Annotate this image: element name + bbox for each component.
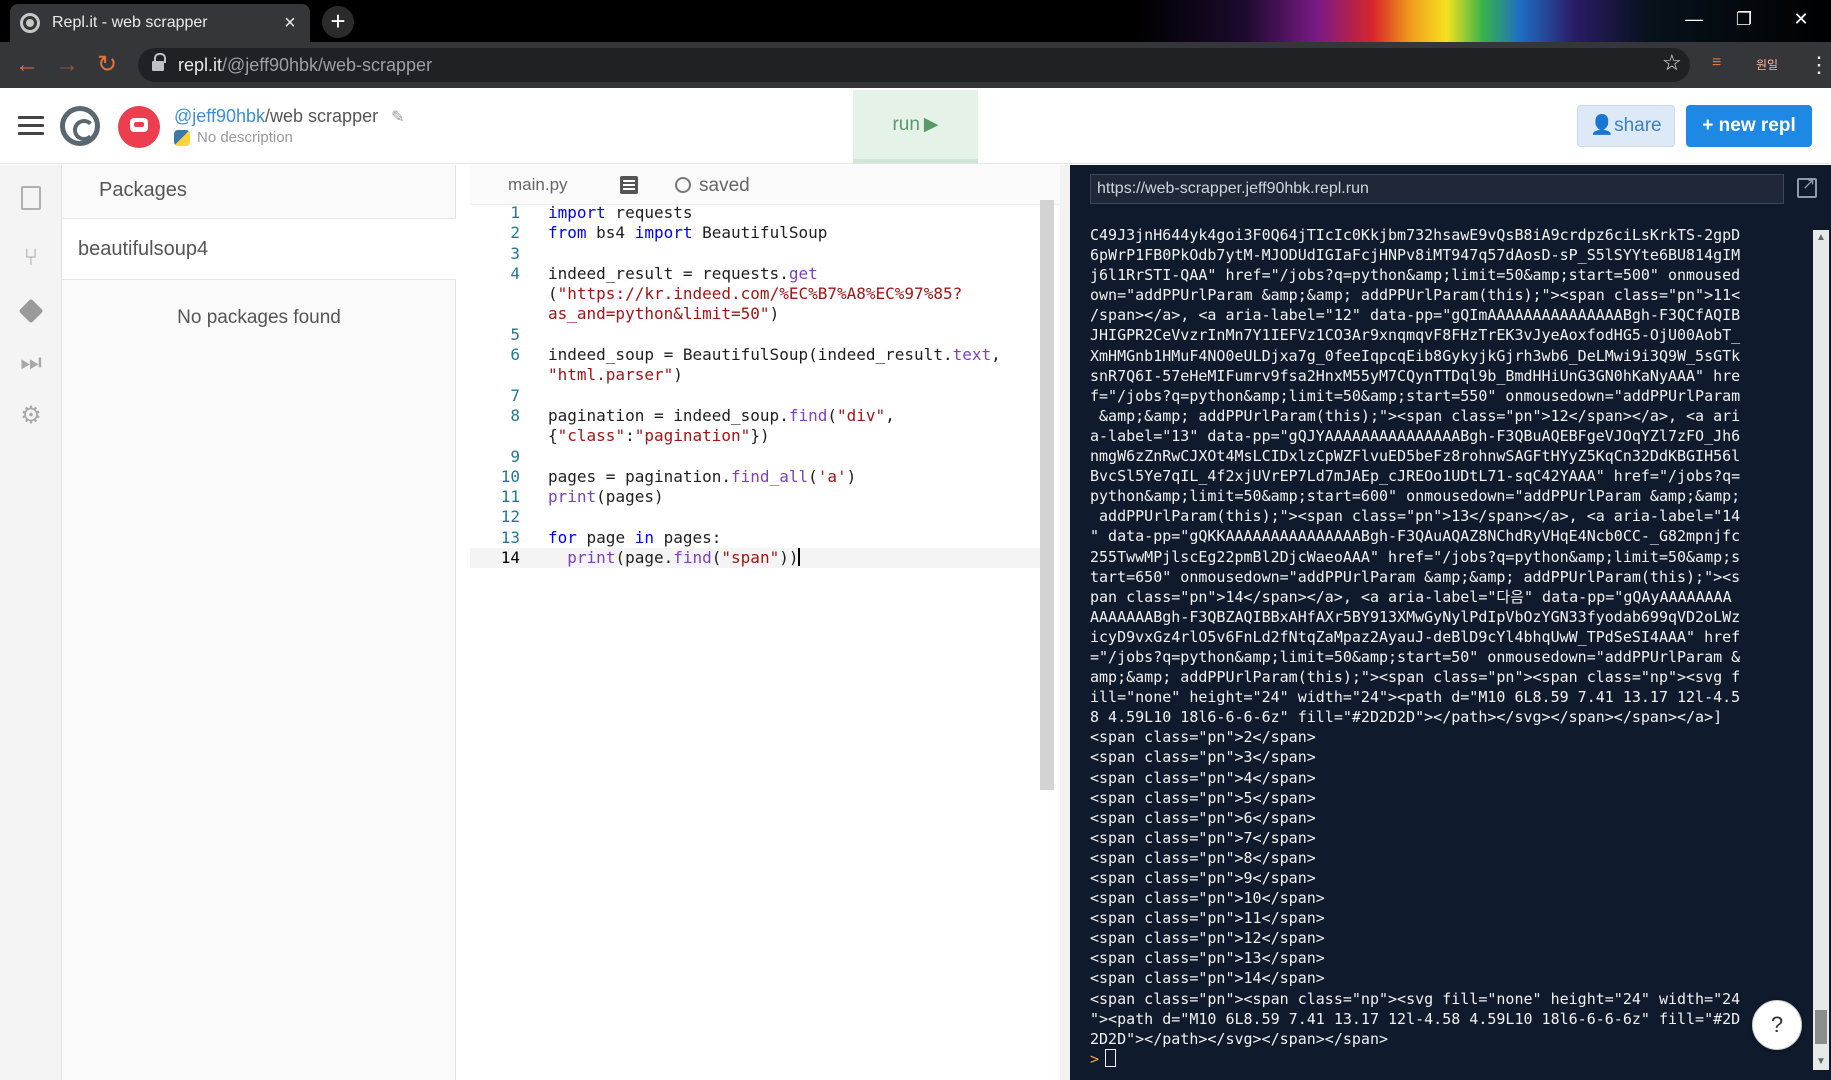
help-button[interactable]: ? [1752,1000,1802,1050]
history-icon [675,177,691,193]
add-user-icon: 👤 [1590,115,1615,136]
username-link[interactable]: @jeff90hbk [174,106,265,126]
code-area[interactable]: 1 import requests 2 from bs4 import Beauti… [470,203,1040,569]
description-text[interactable]: No description [197,129,293,146]
document-icon[interactable] [620,176,638,194]
hamburger-menu-icon[interactable] [18,116,44,136]
code-line: as_and=python&limit=50") [548,304,780,324]
play-icon: ▶ [923,114,939,135]
tab-title: Repl.it - web scrapper [52,14,208,31]
code-line: 3 [510,243,520,263]
code-line: 8 pagination = indeed_soup.find("div", [510,405,895,425]
repl-name[interactable]: web scrapper [270,106,378,126]
sidebar-rail: ⑂ ⏭ ⚙ [0,165,62,1080]
browser-menu-icon[interactable]: ⋮ [1808,50,1830,80]
code-line: 6 indeed_soup = BeautifulSoup(indeed_resu… [510,345,1001,365]
python-icon [174,129,190,146]
split-handle[interactable] [1060,165,1070,1080]
lock-icon [152,53,166,72]
restore-button[interactable]: ❐ [1715,0,1773,40]
editor-tab-bar: main.py saved [470,165,1060,205]
code-line: {"class":"pagination"}) [548,426,770,446]
url-input[interactable]: repl.it/@jeff90hbk/web-scrapper [138,48,1690,82]
code-line: ("https://kr.indeed.com/%EC%B7%A8%EC%97%… [548,284,963,304]
console-scrollbar[interactable] [1813,230,1829,1070]
reading-list-icon[interactable]: ≡ [1712,54,1721,72]
share-button[interactable]: 👤share [1577,105,1675,147]
scroll-up-arrow-icon[interactable]: ▲ [1813,230,1829,246]
url-path: /@jeff90hbk/web-scrapper [222,55,433,75]
settings-gear-icon[interactable]: ⚙ [18,403,44,429]
reload-icon[interactable]: ↻ [92,50,122,80]
replit-favicon-icon [20,13,40,33]
code-line: 13 for page in pages: [500,527,722,547]
url-host: repl.it [178,55,223,75]
code-editor[interactable]: main.py saved 1 import requests 2 from bs4… [470,165,1060,1080]
version-control-icon[interactable]: ⑂ [18,245,44,271]
code-line: 4 indeed_result = requests.get [510,263,818,283]
package-search-input[interactable]: beautifulsoup4 [62,218,456,280]
run-label: run [892,114,920,135]
code-line: 9 [510,446,520,466]
files-icon[interactable] [18,185,44,211]
editor-scrollbar[interactable] [1040,200,1054,790]
avatar[interactable] [118,106,160,148]
packages-title: Packages [99,179,187,201]
back-arrow-icon[interactable]: ← [12,50,42,80]
bookmark-star-icon[interactable]: ☆ [1662,50,1682,76]
code-line: 10 pages = pagination.find_all('a') [500,466,857,486]
text-cursor [798,548,801,567]
console-prompt: > [1090,1049,1100,1068]
packages-empty-message: No packages found [177,307,341,328]
code-line: 12 [500,507,520,527]
terminal-cursor [1105,1048,1117,1067]
file-tab-main[interactable]: main.py [508,175,568,195]
tab-close-icon[interactable]: × [280,12,300,35]
repl-header: @jeff90hbk/web scrapper ✎ No description… [0,88,1831,164]
new-repl-button[interactable]: + new repl [1686,105,1812,147]
code-line: 5 [510,324,520,344]
code-line: 1 import requests [510,203,693,222]
window-close-button[interactable]: ✕ [1772,0,1830,40]
browser-titlebar: Repl.it - web scrapper × + — ❐ ✕ [0,0,1831,42]
forward-arrow-icon[interactable]: → [52,50,82,80]
save-status: saved [675,175,750,197]
edit-pencil-icon[interactable]: ✎ [391,107,404,127]
code-line: 2 from bs4 import BeautifulSoup [510,223,828,243]
console-panel[interactable]: https://web-scrapper.jeff90hbk.repl.run … [1070,165,1831,1080]
packages-panel: Packages beautifulsoup4 No packages foun… [62,165,456,1080]
output-url-field[interactable]: https://web-scrapper.jeff90hbk.repl.run [1090,174,1784,204]
scroll-down-arrow-icon[interactable]: ▼ [1813,1054,1829,1070]
open-in-new-tab-icon[interactable] [1797,174,1817,198]
code-line-current: 14 print(page.find("span")) [470,548,1040,569]
code-line: 7 [510,385,520,405]
console-scrollbar-thumb[interactable] [1815,1010,1827,1044]
run-button[interactable]: run ▶ [853,90,978,163]
console-output: C49J3jnH644yk4goi3F0Q64jTIcIc0Kkjbm732hs… [1090,226,1741,1068]
replit-logo-icon[interactable] [60,106,100,146]
address-bar: ← → ↻ repl.it/@jeff90hbk/web-scrapper ☆ … [0,42,1831,88]
extension-badge[interactable]: 원일 [1754,53,1780,77]
browser-tab[interactable]: Repl.it - web scrapper × [10,4,310,42]
share-label: share [1614,115,1662,136]
repl-description: No description [174,129,293,146]
new-tab-button[interactable]: + [322,6,354,38]
save-status-text: saved [699,175,750,196]
repl-title: @jeff90hbk/web scrapper ✎ [174,106,405,127]
code-line: "html.parser") [548,365,683,385]
packages-icon[interactable] [18,298,44,324]
debugger-icon[interactable]: ⏭ [18,350,44,376]
code-line: 11 print(pages) [500,487,664,507]
